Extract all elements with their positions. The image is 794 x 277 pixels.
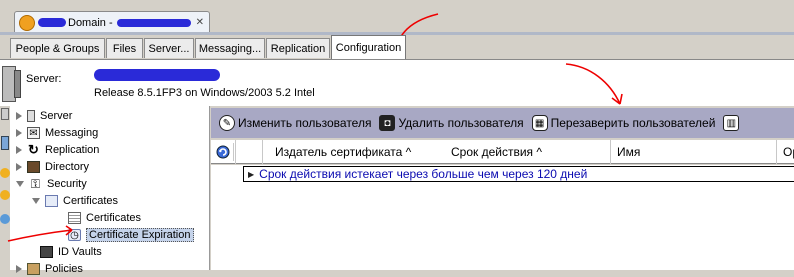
table-header: Издатель сертификата ^ Срок действия ^ И… bbox=[211, 140, 794, 164]
redacted-scribble bbox=[38, 18, 66, 27]
certificate-folder-icon bbox=[45, 195, 58, 207]
blank-column bbox=[235, 140, 263, 164]
close-icon[interactable]: ✕ bbox=[196, 17, 204, 28]
server-icon bbox=[14, 70, 21, 98]
expand-icon[interactable] bbox=[16, 112, 22, 120]
refresh-icon[interactable] bbox=[213, 143, 234, 161]
tree-item-certificates[interactable]: Certificates bbox=[68, 210, 141, 226]
policies-icon bbox=[27, 263, 40, 275]
action-label: Перезаверить пользователей bbox=[550, 116, 716, 130]
tab-replication[interactable]: Replication bbox=[266, 38, 330, 58]
expiration-icon: ◷ bbox=[68, 229, 81, 241]
tab-files[interactable]: Files bbox=[106, 38, 143, 58]
tab-label: Configuration bbox=[335, 41, 402, 54]
tree-item-label: Policies bbox=[45, 263, 83, 275]
tab-label: People & Groups bbox=[15, 42, 100, 55]
column-label: Срок действия ^ bbox=[451, 145, 543, 159]
tab-messaging[interactable]: Messaging... bbox=[195, 38, 265, 58]
overflow-icon[interactable]: ▥ bbox=[723, 115, 742, 131]
delete-icon: ◘ bbox=[379, 115, 396, 131]
column-label: Имя bbox=[617, 145, 641, 159]
tab-label: Files bbox=[112, 42, 137, 55]
tool-icon[interactable] bbox=[1, 108, 9, 120]
navigation-tree: Server ✉ Messaging ↻ Replication Directo… bbox=[10, 106, 210, 275]
tab-server[interactable]: Server... bbox=[144, 38, 194, 58]
tree-item-label: Certificates bbox=[63, 195, 119, 207]
replication-icon: ↻ bbox=[28, 142, 39, 157]
tree-item-certificates-folder[interactable]: Certificates bbox=[32, 193, 118, 209]
action-label: Удалить пользователя bbox=[398, 116, 524, 130]
tree-item-server[interactable]: Server bbox=[16, 108, 72, 124]
tree-item-label: Messaging bbox=[45, 127, 99, 139]
collapse-icon[interactable] bbox=[16, 181, 24, 187]
tree-item-security[interactable]: ⚿ Security bbox=[16, 176, 87, 192]
tab-label: Messaging... bbox=[198, 42, 262, 55]
column-name[interactable]: Имя bbox=[611, 140, 777, 164]
expand-icon[interactable]: ▶ bbox=[248, 170, 254, 179]
key-icon: ⚿ bbox=[30, 176, 41, 191]
tree-item-certificate-expiration[interactable]: ◷ Certificate Expiration bbox=[68, 227, 194, 243]
tree-item-messaging[interactable]: ✉ Messaging bbox=[16, 125, 98, 141]
tool-icon[interactable] bbox=[0, 168, 10, 178]
collapse-icon[interactable] bbox=[32, 198, 40, 204]
tree-item-policies[interactable]: Policies bbox=[16, 261, 83, 277]
tree-item-label: Security bbox=[47, 178, 87, 190]
delete-user-button[interactable]: ◘ Удалить пользователя bbox=[379, 115, 524, 131]
window-tab-title: Domain - bbox=[68, 16, 113, 29]
column-issuer[interactable]: Издатель сертификата ^ bbox=[269, 140, 445, 164]
tree-item-label: Server bbox=[40, 110, 73, 122]
tool-icon[interactable] bbox=[0, 190, 10, 200]
admin-tabs: People & Groups Files Server... Messagin… bbox=[10, 35, 794, 59]
tab-people-groups[interactable]: People & Groups bbox=[10, 38, 105, 58]
tab-label: Replication bbox=[270, 42, 326, 55]
group-row-label: Срок действия истекает через больше чем … bbox=[259, 167, 588, 181]
envelope-icon: ✉ bbox=[27, 127, 40, 139]
directory-icon bbox=[27, 161, 40, 173]
tree-item-replication[interactable]: ↻ Replication bbox=[16, 142, 99, 158]
tree-item-label: Certificates bbox=[86, 212, 142, 224]
server-label: Server: bbox=[26, 73, 62, 85]
tree-item-label: Replication bbox=[45, 144, 100, 156]
window-tab[interactable]: Domain - ✕ bbox=[14, 11, 210, 33]
tree-item-id-vaults[interactable]: ID Vaults bbox=[40, 244, 102, 260]
tree-item-label: ID Vaults bbox=[58, 246, 102, 258]
action-bar: ✎ Изменить пользователя ◘ Удалить пользо… bbox=[211, 108, 794, 138]
column-label: Издатель сертификата ^ bbox=[275, 145, 412, 159]
redacted-scribble bbox=[94, 69, 220, 81]
tree-item-label: Directory bbox=[45, 161, 90, 173]
tree-item-label: Certificate Expiration bbox=[86, 228, 194, 242]
action-label: Изменить пользователя bbox=[238, 116, 372, 130]
recertify-icon: ▦ bbox=[531, 115, 548, 131]
expand-icon[interactable] bbox=[16, 163, 22, 171]
recertify-users-button[interactable]: ▦ Перезаверить пользователей bbox=[531, 115, 716, 131]
column-organization[interactable]: Органи bbox=[777, 140, 794, 164]
redacted-scribble bbox=[116, 18, 191, 27]
column-label: Органи bbox=[783, 145, 794, 159]
edit-user-button[interactable]: ✎ Изменить пользователя bbox=[219, 115, 371, 131]
pencil-icon: ✎ bbox=[219, 115, 235, 131]
domino-app-icon bbox=[19, 14, 35, 31]
expand-icon[interactable] bbox=[16, 146, 22, 154]
table-icon bbox=[68, 212, 81, 224]
tab-label: Server... bbox=[148, 42, 190, 55]
more-icon: ▥ bbox=[723, 115, 740, 131]
tab-configuration[interactable]: Configuration bbox=[331, 35, 406, 59]
tree-item-directory[interactable]: Directory bbox=[16, 159, 89, 175]
expand-icon[interactable] bbox=[16, 265, 22, 273]
group-row[interactable]: ▶ Срок действия истекает через больше че… bbox=[243, 166, 794, 182]
expand-icon[interactable] bbox=[16, 129, 22, 137]
server-header: Server: Release 8.5.1FP3 on Windows/2003… bbox=[0, 59, 794, 106]
column-expiration[interactable]: Срок действия ^ bbox=[445, 140, 611, 164]
tool-icon[interactable] bbox=[1, 136, 9, 150]
server-release: Release 8.5.1FP3 on Windows/2003 5.2 Int… bbox=[94, 87, 315, 99]
vault-icon bbox=[40, 246, 53, 258]
left-side-strip bbox=[0, 106, 10, 270]
tool-icon[interactable] bbox=[0, 214, 10, 224]
server-icon bbox=[27, 110, 35, 122]
